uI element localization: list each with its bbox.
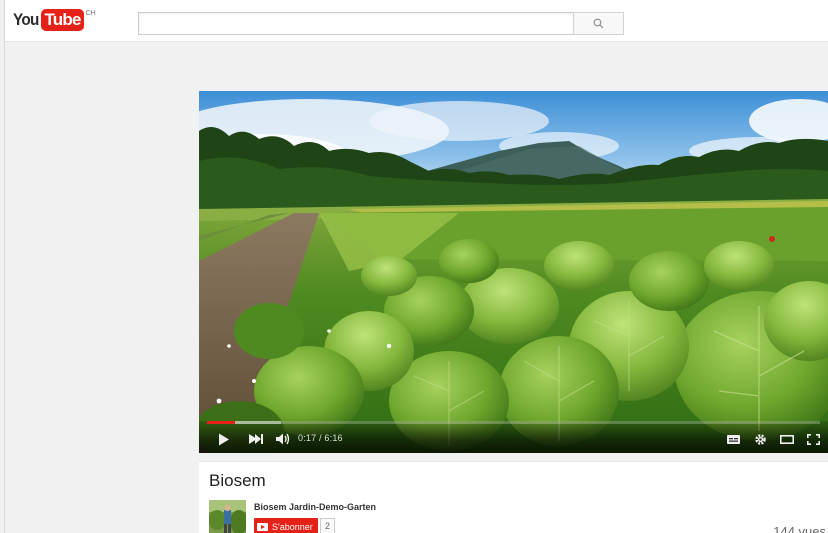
fullscreen-button[interactable] [805, 430, 821, 448]
video-info: Biosem Biosem Jardin-Demo-Garten S'abonn… [199, 461, 828, 533]
next-button[interactable] [248, 430, 264, 448]
logo-you-text: You [13, 10, 39, 29]
video-title: Biosem [209, 471, 266, 490]
view-count: 144 vues [773, 524, 826, 533]
theater-mode-button[interactable] [779, 430, 795, 448]
captions-icon [726, 434, 740, 444]
search-input[interactable] [138, 12, 574, 35]
time-display: 0:17 / 6:16 [298, 433, 343, 443]
subscriber-count: 2 [320, 518, 336, 533]
logo-country-code: CH [85, 10, 96, 17]
volume-button[interactable] [275, 430, 291, 448]
search-icon [593, 18, 604, 29]
video-frame [199, 91, 828, 453]
player-controls: 0:17 / 6:16 [199, 421, 828, 453]
captions-button[interactable] [726, 430, 740, 448]
channel-name[interactable]: Biosem Jardin-Demo-Garten [254, 502, 376, 512]
play-button[interactable] [217, 430, 231, 448]
theater-mode-icon [780, 434, 794, 444]
search-button[interactable] [573, 12, 624, 35]
fullscreen-icon [806, 433, 820, 445]
play-icon [219, 433, 229, 445]
subscribe-label: S'abonner [272, 521, 313, 532]
logo-tube-text: Tube [41, 9, 84, 31]
next-icon [249, 434, 263, 444]
channel-avatar[interactable] [209, 500, 246, 533]
gear-icon [754, 433, 766, 445]
youtube-logo[interactable]: You Tube CH [13, 9, 96, 33]
volume-icon [275, 433, 289, 445]
youtube-play-icon [257, 522, 268, 531]
progress-bar[interactable] [207, 421, 820, 424]
settings-button[interactable] [752, 430, 768, 448]
video-player[interactable]: 0:17 / 6:16 [199, 91, 828, 453]
progress-played [207, 421, 235, 424]
subscribe-button[interactable]: S'abonner [254, 518, 318, 533]
